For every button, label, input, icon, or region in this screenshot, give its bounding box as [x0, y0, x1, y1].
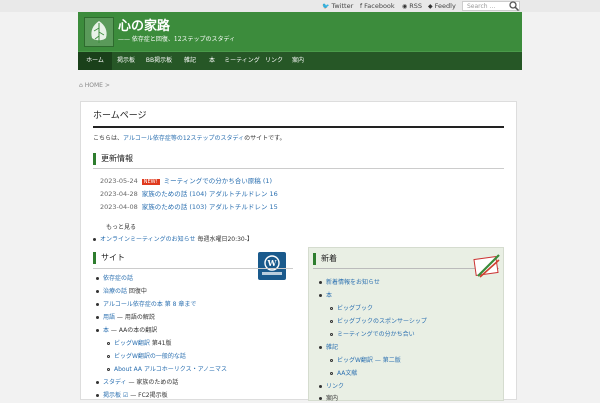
feedly-icon: ◆ [428, 3, 433, 10]
site-logo[interactable] [84, 17, 114, 47]
breadcrumb-home[interactable]: HOME [85, 82, 103, 89]
list-item: ビッグW翻訳 第41版 [107, 339, 171, 348]
leaf-icon [91, 21, 107, 43]
post-date: 2023-04-28 [100, 190, 138, 198]
post-date: 2023-04-08 [100, 203, 138, 211]
facebook-link[interactable]: f Facebook [360, 1, 395, 12]
list-item: 本 — AAの本の翻訳 [96, 326, 157, 335]
list-item: About AA アルコホーリクス・アノニマス [107, 365, 227, 374]
bullet-icon [319, 385, 322, 388]
event-link[interactable]: オンラインミーティングのお知らせ [100, 236, 196, 243]
list-item: リンク [319, 382, 344, 391]
list-item: 雑記 [319, 343, 338, 352]
right-heading: 新着 [313, 253, 337, 265]
breadcrumb: ⌂ HOME > [79, 82, 110, 89]
search-icon[interactable] [508, 0, 520, 12]
post-link[interactable]: ミーティングでの分かち合い原稿 [164, 177, 261, 185]
list-item: ビッグブック [330, 304, 373, 313]
circle-bullet-icon [107, 368, 110, 371]
rss-link[interactable]: ◉ RSS [402, 1, 422, 12]
post-suffix: アダルトチルドレン 16 [206, 190, 278, 198]
nav-item-info[interactable]: 案内 [286, 52, 310, 70]
updates-heading: 更新情報 [93, 153, 133, 165]
bullet-icon [96, 303, 99, 306]
circle-bullet-icon [330, 307, 333, 310]
main-content: ホームページ こちらは、アルコール依存症等の12ステップのスタディのサイトです。… [80, 101, 517, 403]
bullet-icon [96, 277, 99, 280]
list-item: アルコール依存症の本 第 8 章まで [96, 300, 196, 309]
nav-item-links[interactable]: リンク [262, 52, 286, 70]
circle-bullet-icon [330, 333, 333, 336]
title-divider [93, 126, 504, 128]
left-divider [93, 268, 293, 269]
post-suffix: アダルトチルドレン 15 [206, 203, 278, 211]
list-item: 治療の話 回復中 [96, 287, 147, 296]
list-item: AA文献 [330, 369, 357, 378]
feedly-link[interactable]: ◆ Feedly [428, 1, 456, 12]
post-row: 2023-04-28 家族のための話 (104) アダルトチルドレン 16 [100, 189, 278, 199]
nav-item-meeting[interactable]: ミーティング [222, 52, 262, 70]
bullet-icon [319, 281, 322, 284]
wordpress-icon: W [262, 255, 282, 275]
bullet-icon [96, 290, 99, 293]
list-item: 案内 [319, 394, 338, 403]
nav-item-books[interactable]: 本 [202, 52, 222, 70]
facebook-icon: f [360, 3, 363, 10]
list-item: 本 [319, 291, 332, 300]
nav-item-bb-board[interactable]: BB掲示板 [140, 52, 178, 70]
list-item: ビッグW翻訳の一般的な話 [107, 352, 186, 361]
site-title[interactable]: 心の家路 [118, 19, 170, 34]
intro-link[interactable]: アルコール依存症等の12ステップのスタディ [123, 135, 244, 142]
twitter-icon: 🐦 [322, 3, 330, 10]
post-suffix: (1) [260, 177, 273, 185]
list-item: 用語 — 用語の解説 [96, 313, 155, 322]
page-title: ホームページ [93, 111, 147, 121]
bullet-icon [319, 294, 322, 297]
list-item: 新着情報をお知らせ [319, 278, 380, 287]
top-bar: 🐦 Twitter f Facebook ◉ RSS ◆ Feedly Search .… [0, 0, 600, 12]
list-item: 依存症の話 [96, 274, 133, 283]
nav-item-board[interactable]: 掲示板 [112, 52, 140, 70]
new-badge: NEW! [141, 179, 160, 185]
svg-text:W: W [267, 258, 278, 268]
more-link[interactable]: もっと見る [106, 222, 136, 231]
post-link[interactable]: 家族のための話 (103) [142, 203, 207, 211]
circle-bullet-icon [330, 320, 333, 323]
post-date: 2023-05-24 [100, 177, 138, 185]
list-item: ビッグW翻訳 — 第二版 [330, 356, 401, 365]
checkbox-icon: ☑ [121, 392, 131, 399]
post-link[interactable]: 家族のための話 (104) [142, 190, 207, 198]
intro-text: こちらは、アルコール依存症等の12ステップのスタディのサイトです。 [93, 135, 286, 142]
home-icon: ⌂ [79, 82, 83, 89]
list-item: ビッグブックのスポンサーシップ [330, 317, 427, 326]
list-item: 掲示板 ☑ — FC2掲示板 [96, 391, 168, 400]
nav-item-notes[interactable]: 雑記 [178, 52, 202, 70]
circle-bullet-icon [107, 355, 110, 358]
bullet-icon [96, 394, 99, 397]
list-item: ミーティングでの分かち合い [330, 330, 415, 339]
site-subtitle: —— 依存症と回復、12ステップのスタディ [118, 36, 236, 43]
site-header: 心の家路 —— 依存症と回復、12ステップのスタディ [78, 12, 522, 51]
rss-icon: ◉ [402, 3, 408, 10]
bullet-icon [319, 346, 322, 349]
main-nav: ホーム 掲示板 BB掲示板 雑記 本 ミーティング リンク 案内 [78, 51, 522, 70]
twitter-link[interactable]: 🐦 Twitter [322, 1, 353, 12]
post-row: 2023-05-24 NEW! ミーティングでの分かち合い原稿 (1) [100, 176, 272, 187]
pencil-card-icon [473, 254, 500, 278]
breadcrumb-separator: > [104, 82, 110, 89]
circle-bullet-icon [107, 342, 110, 345]
list-item: スタディ — 家族のための話 [96, 378, 178, 387]
bullet-icon [96, 316, 99, 319]
nav-item-home[interactable]: ホーム [78, 52, 112, 70]
bullet-icon [93, 238, 96, 241]
bullet-icon [96, 381, 99, 384]
circle-bullet-icon [330, 372, 333, 375]
left-heading: サイト [93, 252, 125, 264]
bullet-icon [96, 329, 99, 332]
updates-divider [93, 168, 504, 169]
event-item: オンラインミーティングのお知らせ 毎週水曜日20:30-】 [93, 234, 253, 243]
post-row: 2023-04-08 家族のための話 (103) アダルトチルドレン 15 [100, 202, 278, 212]
wordpress-logo[interactable]: W [258, 252, 286, 280]
circle-bullet-icon [330, 359, 333, 362]
